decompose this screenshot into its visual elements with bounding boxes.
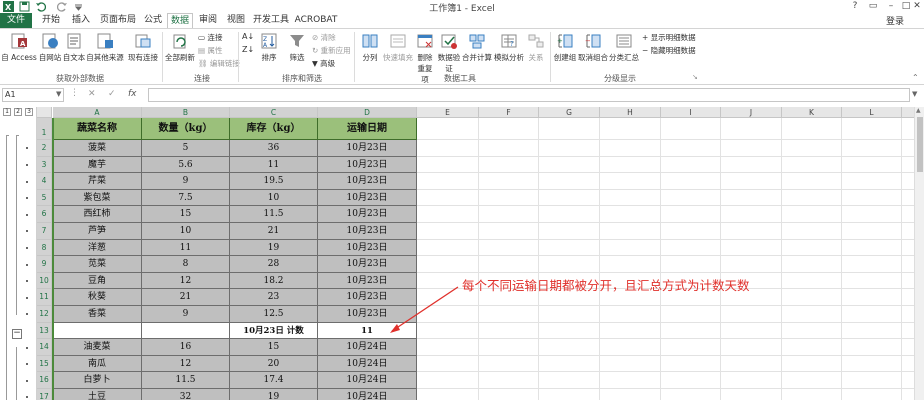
filter-button[interactable]: 筛选 [284, 32, 310, 63]
tab-acrobat[interactable]: ACROBAT [294, 13, 338, 28]
group-label-sort-filter: 排序和筛选 [282, 74, 322, 83]
ribbon: A 自 Access 自网站 自文本 自其他来源 现有连接 获取外部数据 全部刷… [0, 28, 924, 85]
other-sources-icon [97, 33, 113, 49]
what-if-icon: ? [501, 34, 517, 48]
cancel-entry-icon[interactable]: ✕ [88, 89, 96, 99]
subtotal-button[interactable]: 分类汇总 [609, 32, 639, 63]
ribbon-display-button[interactable]: ▭ [864, 0, 882, 13]
annotation-arrow-line [391, 286, 459, 332]
tab-home[interactable]: 开始 [38, 13, 64, 28]
insert-function-icon[interactable]: fx [128, 89, 137, 99]
sort-icon: ZA [261, 33, 277, 49]
refresh-icon [173, 34, 186, 49]
annotation-arrow [390, 286, 459, 333]
flash-fill-button[interactable]: 快速填充 [383, 32, 413, 63]
reapply-button[interactable]: ↻ 重新应用 [312, 45, 351, 56]
group-label-connections: 连接 [194, 74, 210, 83]
svg-text:A: A [20, 40, 26, 48]
tab-review[interactable]: 审阅 [195, 13, 221, 28]
enter-entry-icon[interactable]: ✓ [108, 89, 116, 99]
tab-insert[interactable]: 插入 [68, 13, 94, 28]
advanced-filter-button[interactable]: ▼ 高级 [312, 58, 335, 69]
outline-dialog-launcher-icon[interactable]: ↘ [692, 73, 698, 81]
clear-filter-button[interactable]: ⊘ 清除 [312, 32, 336, 43]
close-button[interactable]: ✕ [910, 0, 924, 13]
group-label-outline: 分级显示 [604, 74, 636, 83]
name-box[interactable]: A1 [2, 88, 64, 102]
svg-text:+: + [557, 37, 563, 45]
flash-fill-icon [390, 34, 406, 48]
sort-button[interactable]: ZA 排序 [256, 32, 282, 63]
group-separator [238, 32, 239, 82]
subtotal-icon [616, 34, 632, 48]
consolidate-button[interactable]: 合并计算 [462, 32, 492, 63]
annotation-arrow-head [390, 324, 400, 333]
text-to-columns-button[interactable]: 分列 [357, 32, 383, 63]
show-detail-button[interactable]: + 显示明细数据 [642, 32, 696, 43]
globe-icon [42, 33, 58, 49]
existing-connections-button[interactable]: 现有连接 [126, 32, 160, 63]
ungroup-button[interactable]: − 取消组合 [578, 32, 608, 63]
tab-file[interactable]: 文件 [0, 13, 32, 28]
login-link[interactable]: 登录 [886, 14, 904, 27]
links-icon: ⛓ [198, 59, 210, 68]
advanced-filter-icon: ▼ [312, 59, 321, 68]
tab-formulas[interactable]: 公式 [140, 13, 166, 28]
sort-desc-button[interactable]: Z↓ [242, 45, 254, 54]
group-label-external: 获取外部数据 [56, 74, 104, 83]
from-other-sources-button[interactable]: 自其他来源 [86, 32, 124, 63]
hide-detail-icon: − [642, 46, 651, 55]
name-box-dropdown-icon[interactable]: ▼ [56, 90, 61, 98]
hide-detail-button[interactable]: − 隐藏明细数据 [642, 45, 696, 56]
title-bar: X 工作簿1 - Excel ? ▭ – □ ✕ [0, 0, 924, 14]
filter-icon [290, 35, 304, 47]
group-icon: + [557, 34, 573, 48]
text-file-icon [67, 33, 81, 49]
reapply-icon: ↻ [312, 46, 321, 55]
svg-text:−: − [585, 37, 591, 45]
relationships-icon [528, 34, 544, 48]
collapse-ribbon-icon[interactable]: ⌃ [912, 73, 919, 82]
group-label-data-tools: 数据工具 [444, 74, 476, 83]
annotation-text: 每个不同运输日期都被分开，且汇总方式为计数天数 [462, 278, 750, 293]
group-separator [354, 32, 355, 82]
group-separator [550, 32, 551, 82]
tab-view[interactable]: 视图 [223, 13, 249, 28]
tab-page-layout[interactable]: 页面布局 [98, 13, 138, 28]
tab-developer[interactable]: 开发工具 [252, 13, 290, 28]
sort-asc-button[interactable]: A↓ [242, 32, 254, 41]
help-button[interactable]: ? [846, 0, 864, 13]
worksheet: 1 2 3 − ABCDEFGHIJKLM 123456789101112131… [0, 107, 914, 400]
properties-button[interactable]: ▤ 属性 [198, 45, 222, 56]
formula-bar-grip-icon: ⋮ [70, 88, 79, 98]
formula-input[interactable] [148, 88, 910, 102]
edit-links-button[interactable]: ⛓ 编辑链接 [198, 58, 240, 69]
show-detail-icon: + [642, 33, 651, 42]
ungroup-icon: − [585, 34, 601, 48]
connections-button[interactable]: ▭ 连接 [198, 32, 222, 43]
from-web-button[interactable]: 自网站 [38, 32, 62, 63]
expand-formula-bar-icon[interactable]: ▼ [912, 90, 917, 98]
access-icon: A [11, 33, 27, 49]
consolidate-icon [469, 34, 485, 49]
from-access-button[interactable]: A 自 Access [1, 32, 37, 63]
remove-duplicates-icon [417, 34, 433, 48]
formula-bar: A1 ▼ ⋮ ✕ ✓ fx ▼ [0, 87, 924, 103]
vertical-scrollbar[interactable]: ▲ [914, 107, 924, 400]
clear-filter-icon: ⊘ [312, 33, 321, 42]
data-validation-button[interactable]: 数据验证 [437, 32, 461, 74]
relationships-button[interactable]: 关系 [526, 32, 546, 63]
scroll-thumb[interactable] [917, 117, 923, 172]
from-text-button[interactable]: 自文本 [62, 32, 86, 63]
what-if-analysis-button[interactable]: ? 模拟分析 [493, 32, 525, 63]
scroll-up-icon[interactable]: ▲ [916, 107, 921, 114]
text-to-columns-icon [362, 34, 378, 48]
refresh-all-button[interactable]: 全部刷新 [163, 32, 197, 63]
group-button[interactable]: + 创建组 [553, 32, 577, 63]
svg-text:?: ? [510, 40, 514, 48]
data-validation-icon [441, 34, 457, 49]
connections-icon [135, 34, 151, 48]
tab-data[interactable]: 数据 [167, 13, 193, 28]
ribbon-tabs: 文件 开始 插入 页面布局 公式 数据 审阅 视图 开发工具 ACROBAT 登… [0, 13, 924, 28]
